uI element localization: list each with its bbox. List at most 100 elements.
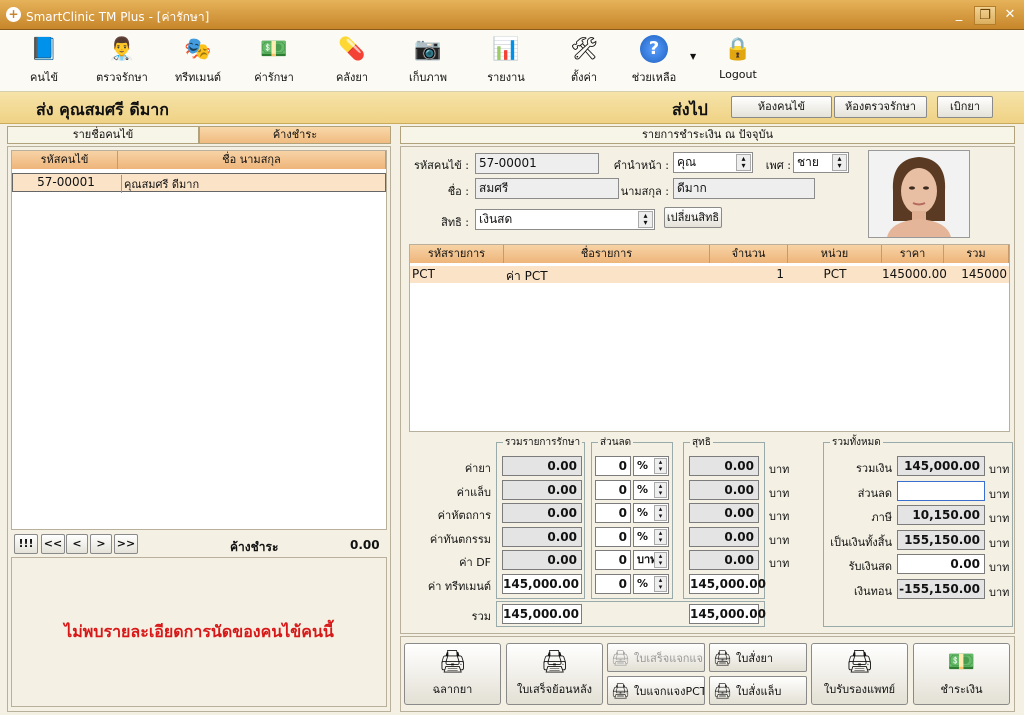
row-discount-unit-select[interactable]: % ▴ ▾ (633, 503, 669, 523)
grand-tax-field: 10,150.00 (897, 505, 985, 525)
row-discount-input[interactable]: 0 (595, 456, 631, 476)
order-drug-button[interactable]: 🖨 ใบสั่งยา (709, 643, 807, 672)
row-discount-unit-select[interactable]: บาท ▴ ▾ (633, 550, 669, 570)
group-total-label: รวมรายการรักษา (503, 435, 583, 450)
col-patient-id[interactable]: รหัสคนไข้ (12, 151, 118, 169)
col-unit[interactable]: หน่วย (788, 245, 882, 263)
tools-icon: 🛠 (570, 36, 598, 62)
right-select[interactable]: เงินสด ▴ ▾ (475, 209, 655, 230)
baht-label: บาท (769, 463, 790, 476)
close-icon[interactable]: ✕ (999, 6, 1021, 25)
dropdown-arrow-icon[interactable]: ▼ (690, 52, 696, 61)
toolbar-tools-button[interactable]: 🛠 ตั้งค่า (546, 34, 622, 90)
patient-id-field[interactable]: 57-00001 (475, 153, 599, 174)
receipt-history-button[interactable]: 🖨 ใบเสร็จย้อนหลัง (506, 643, 603, 705)
prefix-select[interactable]: คุณ ▴ ▾ (673, 152, 753, 173)
pager-next-button[interactable]: > (90, 534, 112, 554)
row-discount-input[interactable]: 0 (595, 526, 631, 547)
patient-table: รหัสคนไข้ ชื่อ นามสกุล 57-00001 คุณสมศรี… (11, 150, 387, 530)
row-discount-input[interactable]: 0 (595, 479, 631, 500)
order-lab-button[interactable]: 🖨 ใบสั่งแล็บ (709, 676, 807, 705)
baht-label: บาท (989, 585, 1010, 599)
toolbar-help-button[interactable]: ? ช่วยเหลือ (616, 34, 692, 90)
tab-patient-list[interactable]: รายชื่อคนไข้ (7, 126, 199, 144)
printer-icon: 🖨 (611, 648, 631, 667)
medical-cert-button[interactable]: 🖨 ใบรับรองแพทย์ (811, 643, 908, 705)
row-discount-unit-select[interactable]: % ▴ ▾ (633, 526, 669, 547)
row-discount-input[interactable]: 0 (595, 550, 631, 570)
row-discount-unit-select[interactable]: % ▴ ▾ (633, 456, 669, 476)
row-net: 0.00 (689, 456, 759, 476)
drug-label-text: ฉลากยา (432, 683, 473, 696)
baht-label: บาท (769, 486, 790, 500)
col-total[interactable]: รวม (944, 245, 1009, 263)
camera-icon: 📷 (414, 36, 442, 62)
toolbar-money-button[interactable]: 💵 ค่ารักษา (236, 34, 312, 90)
toolbar-chart-button[interactable]: 📊 รายงาน (468, 34, 544, 90)
toolbar-label: ตรวจรักษา (96, 71, 148, 84)
toolbar-pill-button[interactable]: 💊 คลังยา (314, 34, 390, 90)
restore-icon[interactable]: ❐ (974, 6, 996, 25)
printer-icon: 🖨 (611, 681, 631, 700)
prefix-label: คำนำหน้า : (613, 159, 669, 172)
drug-label-button[interactable]: 🖨 ฉลากยา (404, 643, 501, 705)
invoice-pct-button[interactable]: 🖨 ใบแจกแจงPCT (607, 676, 705, 705)
table-row[interactable]: PCT ค่า PCT 1 PCT 145000.00 145000 (410, 266, 1009, 283)
grand-group-label: รวมทั้งหมด (830, 435, 883, 450)
toolbar-doctor-button[interactable]: 👨‍⚕️ ตรวจรักษา (84, 34, 160, 90)
item-total: 145000 (961, 267, 1007, 281)
tab-pending[interactable]: ค้างชำระ (199, 126, 391, 144)
receipt-detail-button[interactable]: 🖨 ใบเสร็จแจกแจง (607, 643, 705, 672)
row-net: 0.00 (689, 503, 759, 523)
pager: !!! << < > >> (12, 534, 388, 556)
toolbar-patient-book-button[interactable]: 📘 คนไข้ (6, 34, 82, 90)
col-name[interactable]: ชื่อรายการ (504, 245, 710, 263)
table-row[interactable]: 57-00001 คุณสมศรี ดีมาก (12, 173, 386, 193)
row-label: ค่า ทรีทเมนต์ (427, 579, 491, 593)
toolbar-label: คลังยา (335, 71, 369, 84)
exam-room-button[interactable]: ห้องตรวจรักษา (834, 96, 927, 118)
help-icon: ? (637, 34, 671, 64)
col-code[interactable]: รหัสรายการ (410, 245, 504, 263)
row-label: ค่า DF (459, 556, 491, 569)
change-right-button[interactable]: เปลี่ยนสิทธิ (664, 207, 722, 228)
name-field[interactable]: สมศรี (475, 178, 619, 199)
pager-refresh-button[interactable]: !!! (14, 534, 38, 554)
name-label: ชื่อ : (447, 185, 469, 198)
surname-field[interactable]: ดีมาก (673, 178, 815, 199)
grand-discount-field[interactable]: 0 (897, 480, 985, 501)
col-price[interactable]: ราคา (882, 245, 944, 263)
unit-value: % (637, 576, 649, 590)
unit-value: % (637, 459, 649, 472)
chevron-down-icon: ▴ ▾ (654, 458, 667, 474)
minimize-icon[interactable]: _ (948, 6, 970, 25)
chevron-down-icon: ▴ ▾ (654, 481, 667, 498)
row-discount-input[interactable]: 0 (595, 573, 631, 594)
row-discount-unit-select[interactable]: % ▴ ▾ (633, 479, 669, 500)
item-name: ค่า PCT (506, 269, 548, 283)
row-label: ค่าแล็บ (456, 485, 491, 499)
invoice-pct-text: ใบแจกแจงPCT (634, 684, 705, 698)
toolbar-camera-button[interactable]: 📷 เก็บภาพ (390, 34, 466, 90)
patient-room-button[interactable]: ห้องคนไข้ (731, 96, 832, 118)
item-qty: 1 (776, 267, 784, 281)
patient-book-icon: 📘 (30, 36, 58, 62)
row-total: 145,000.00 (502, 573, 582, 594)
row-net: 0.00 (689, 479, 759, 500)
grand-cash-field[interactable]: 0.00 (897, 554, 985, 574)
row-discount-unit-select[interactable]: % ▴ ▾ (633, 573, 669, 594)
pager-last-button[interactable]: >> (114, 534, 138, 554)
row-discount-input[interactable]: 0 (595, 503, 631, 523)
chart-icon: 📊 (492, 36, 520, 62)
sex-select[interactable]: ชาย ▴ ▾ (793, 152, 849, 173)
sex-label: เพศ : (765, 159, 791, 172)
toolbar-masks-button[interactable]: 🎭 ทรีทเมนต์ (160, 34, 236, 90)
pager-first-button[interactable]: << (41, 534, 65, 554)
right-label: สิทธิ : (441, 216, 469, 229)
pay-button[interactable]: 💵 ชำระเงิน (913, 643, 1010, 705)
withdraw-drug-button[interactable]: เบิกยา (937, 96, 993, 118)
col-qty[interactable]: จำนวน (710, 245, 788, 263)
toolbar-lock-button[interactable]: 🔒 Logout (700, 34, 776, 90)
col-patient-name[interactable]: ชื่อ นามสกุล (118, 151, 386, 169)
pager-prev-button[interactable]: < (66, 534, 88, 554)
